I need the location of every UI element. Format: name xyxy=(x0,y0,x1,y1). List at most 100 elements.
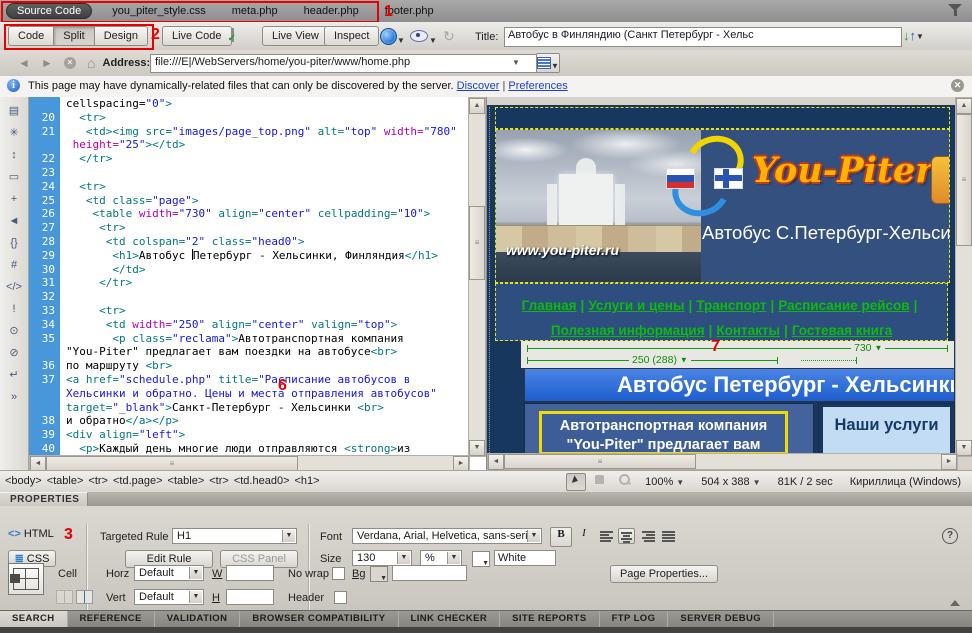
code-vertical-scrollbar[interactable]: ▲ ≡ ▼ xyxy=(468,97,486,457)
scroll-up-icon[interactable]: ▲ xyxy=(956,98,972,114)
window-size-dropdown[interactable]: 504 x 388 ▼ xyxy=(701,476,760,488)
nav-link-1[interactable]: Полезная информация xyxy=(551,323,705,338)
inspect-button[interactable]: Inspect xyxy=(324,26,379,46)
nav-link-3[interactable]: Гостевая книга xyxy=(792,323,892,338)
properties-tab[interactable]: PROPERTIES xyxy=(0,492,88,506)
visual-aids-caret-icon[interactable]: ▼ xyxy=(429,36,437,45)
file-transfer-icons[interactable]: ↓↑▼ xyxy=(903,28,924,43)
remove-comment-icon[interactable]: ⊘ xyxy=(5,345,23,361)
live-view-button[interactable]: Live View xyxy=(262,26,329,46)
balance-braces-icon[interactable]: {} xyxy=(5,235,23,251)
scroll-down-icon[interactable]: ▼ xyxy=(956,440,972,456)
vert-dropdown[interactable]: Default▼ xyxy=(134,589,204,605)
nav-link-2[interactable]: Контакты xyxy=(716,323,780,338)
align-center-icon[interactable] xyxy=(618,528,635,544)
justify-icon[interactable] xyxy=(660,528,677,544)
line-numbers-icon[interactable]: # xyxy=(5,257,23,273)
related-file-you-piter-style-css[interactable]: you_piter_style.css xyxy=(106,4,212,18)
address-input[interactable]: file:///E|/WebServers/home/you-piter/www… xyxy=(150,54,544,73)
design-view-button[interactable]: Design xyxy=(94,26,148,46)
address-dropdown-icon[interactable]: ▼ xyxy=(512,58,520,67)
nav-link-2[interactable]: Услуги и цены xyxy=(588,298,684,313)
hand-tool-icon[interactable] xyxy=(590,473,610,491)
related-file-footer-php[interactable]: footer.php xyxy=(379,4,440,18)
open-documents-icon[interactable]: ▤ xyxy=(5,103,23,119)
close-info-bar-icon[interactable]: ✕ xyxy=(951,79,964,92)
split-cell-icon[interactable] xyxy=(76,590,93,604)
bg-color-swatch[interactable]: ▼ xyxy=(370,566,388,582)
font-dropdown[interactable]: Verdana, Arial, Helvetica, sans-serif▼ xyxy=(352,528,542,544)
scroll-left-icon[interactable]: ◄ xyxy=(488,454,504,470)
cell-height-input[interactable] xyxy=(226,589,274,605)
help-icon[interactable]: ? xyxy=(942,528,958,544)
collapse-panel-icon[interactable] xyxy=(950,600,960,606)
tag-selector-item[interactable]: <h1> xyxy=(295,475,320,487)
select-tool-icon[interactable] xyxy=(566,473,586,491)
collapse-full-tag-icon[interactable]: ↕ xyxy=(5,147,23,163)
file-management-icon[interactable]: ▼ xyxy=(536,53,560,73)
refresh-icon[interactable]: ↻ xyxy=(443,28,455,45)
column-width-menu-730[interactable]: 730 ▼ xyxy=(851,342,885,354)
merge-cells-icon[interactable] xyxy=(56,590,73,604)
apply-comment-icon[interactable]: ⊙ xyxy=(5,323,23,339)
related-file-source-code[interactable]: Source Code xyxy=(6,3,92,19)
more-chevron-icon[interactable]: » xyxy=(5,389,23,405)
code-editor[interactable]: cellspacing="0">20 <tr>21 <td><img src="… xyxy=(29,97,468,456)
text-color-swatch[interactable]: ▼ xyxy=(472,551,490,567)
size-dropdown[interactable]: 130▼ xyxy=(352,550,412,566)
design-view[interactable]: You-Piter Автобус С.Петербург-Хельсинки … xyxy=(486,97,972,470)
bg-color-input[interactable] xyxy=(392,565,467,581)
code-navigator-icon[interactable]: ✳ xyxy=(5,125,23,141)
tag-selector-item[interactable]: <td.head0> xyxy=(234,475,290,487)
column-width-menu-250[interactable]: 250 (288) ▼ xyxy=(629,354,691,366)
collapse-selection-icon[interactable]: ▭ xyxy=(5,169,23,185)
tag-selector-item[interactable]: <td.page> xyxy=(113,475,163,487)
expand-all-icon[interactable]: + xyxy=(5,191,23,207)
related-file-header-php[interactable]: header.php xyxy=(298,4,365,18)
design-hscroll-thumb[interactable]: ≡ xyxy=(504,454,696,469)
tag-selector-item[interactable]: <body> xyxy=(5,475,42,487)
nav-link-3[interactable]: Транспорт xyxy=(696,298,766,313)
targeted-rule-dropdown[interactable]: H1▼ xyxy=(172,528,297,544)
wrap-tag-icon[interactable]: ↵ xyxy=(5,367,23,383)
align-right-icon[interactable] xyxy=(640,528,657,544)
tag-selector-item[interactable]: <tr> xyxy=(88,475,108,487)
horz-dropdown[interactable]: Default▼ xyxy=(134,565,204,581)
preview-in-browser-icon[interactable] xyxy=(380,28,397,45)
align-left-icon[interactable] xyxy=(598,528,615,544)
header-checkbox[interactable] xyxy=(334,591,347,604)
home-icon[interactable]: ⌂ xyxy=(87,55,95,71)
scroll-down-icon[interactable]: ▼ xyxy=(469,440,485,456)
back-icon[interactable]: ◄ xyxy=(18,56,30,70)
italic-button[interactable]: I xyxy=(574,527,594,545)
scroll-right-icon[interactable]: ► xyxy=(941,454,957,470)
bold-button[interactable]: B xyxy=(550,527,572,547)
filter-icon[interactable] xyxy=(948,4,962,17)
zoom-tool-icon[interactable] xyxy=(614,473,634,491)
related-file-meta-php[interactable]: meta.php xyxy=(226,4,284,18)
html-mode-button[interactable]: <>HTML xyxy=(8,528,62,546)
scroll-up-icon[interactable]: ▲ xyxy=(469,98,485,114)
select-parent-tag-icon[interactable]: ◄ xyxy=(5,213,23,229)
text-color-input[interactable]: White xyxy=(494,550,556,566)
tag-selector-item[interactable]: <tr> xyxy=(209,475,229,487)
design-vertical-scrollbar[interactable]: ▲ ≡ ▼ xyxy=(955,97,972,457)
split-view-button[interactable]: Split xyxy=(53,26,94,46)
check-browser-compatibility-icon[interactable]: ✓ xyxy=(232,29,234,41)
tag-selector-item[interactable]: <table> xyxy=(47,475,84,487)
highlight-invalid-code-icon[interactable]: </> xyxy=(5,279,23,295)
zoom-level-dropdown[interactable]: 100% ▼ xyxy=(645,476,684,488)
code-vscroll-thumb[interactable]: ≡ xyxy=(469,206,485,280)
visual-aids-icon[interactable] xyxy=(410,30,428,42)
design-vscroll-thumb[interactable]: ≡ xyxy=(956,114,972,246)
cell-width-input[interactable] xyxy=(226,565,274,581)
live-code-button[interactable]: Live Code xyxy=(162,26,232,46)
syntax-error-alerts-icon[interactable]: ! xyxy=(5,301,23,317)
preferences-link[interactable]: Preferences xyxy=(508,80,567,92)
preview-dropdown-caret-icon[interactable]: ▼ xyxy=(397,36,405,45)
design-horizontal-scrollbar[interactable]: ◄ ≡ ► xyxy=(487,453,958,470)
tag-selector-item[interactable]: <table> xyxy=(168,475,205,487)
forward-icon[interactable]: ► xyxy=(41,56,53,70)
code-hscroll-thumb[interactable]: ≡ xyxy=(46,456,298,471)
size-unit-dropdown[interactable]: %▼ xyxy=(420,550,462,566)
